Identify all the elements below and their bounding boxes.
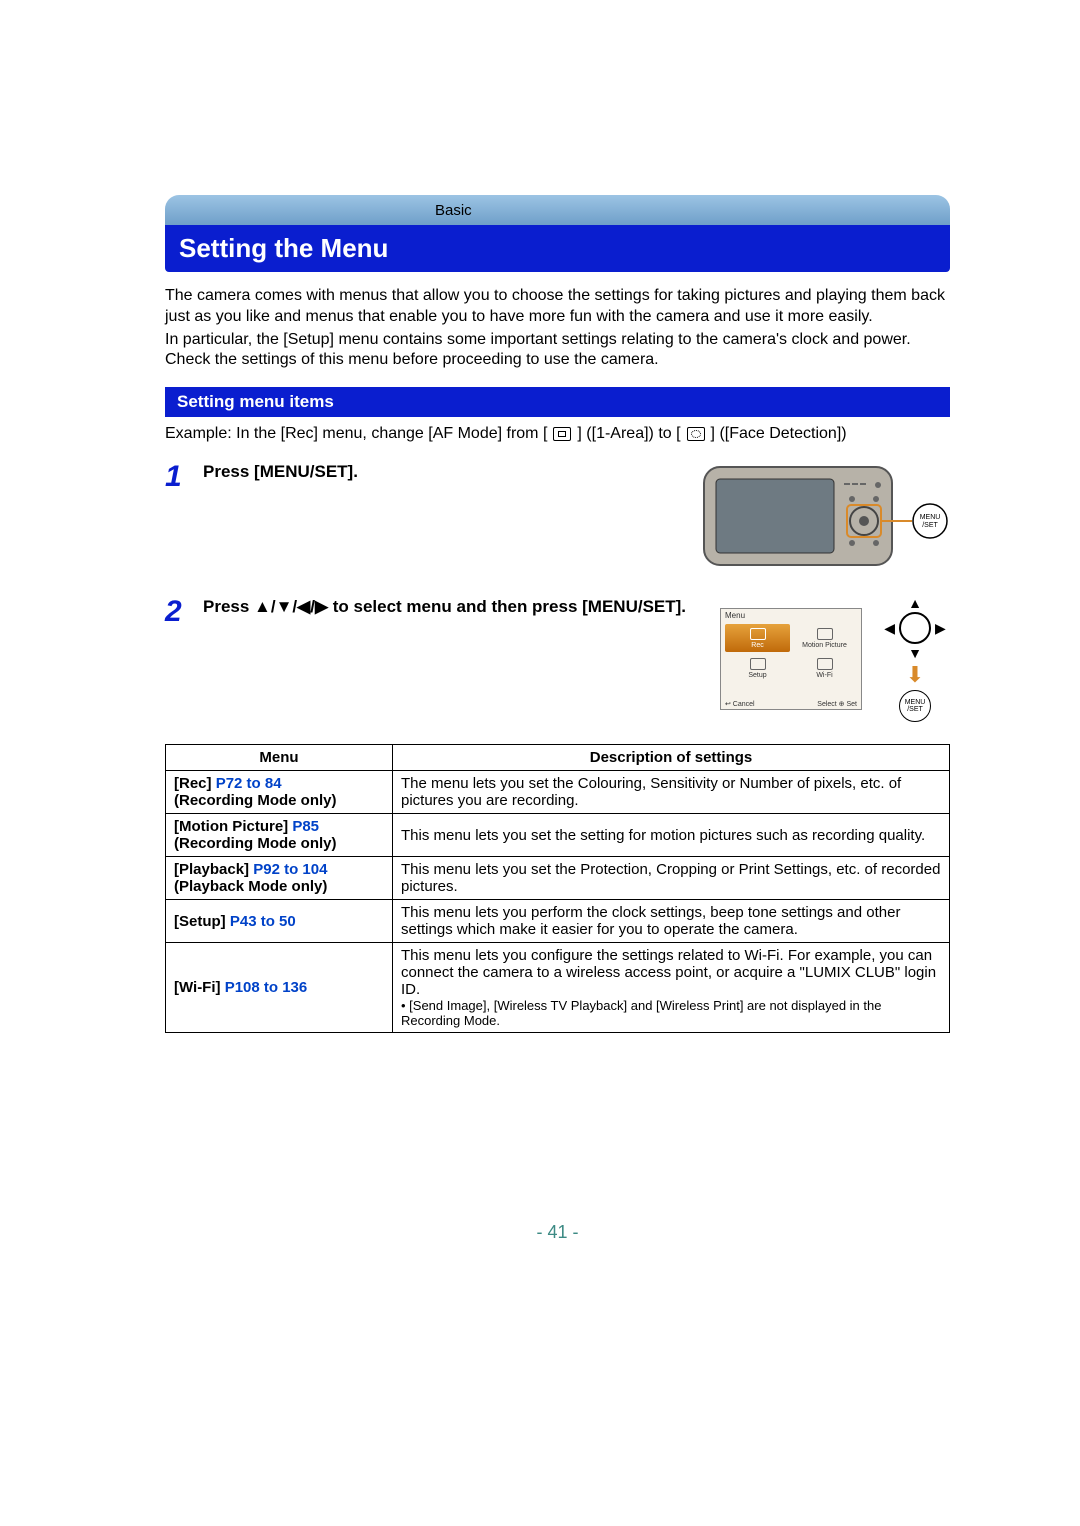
svg-text:MENU: MENU (920, 514, 941, 521)
menu-mode-note: (Playback Mode only) (174, 878, 327, 895)
dpad-down-icon: ▼ (908, 646, 922, 660)
table-row: [Setup] P43 to 50 This menu lets you per… (166, 900, 950, 943)
dpad-diagram: ▲ ◀ ▶ ▼ ⬇ MENU /SET (880, 596, 950, 722)
menu-description: This menu lets you configure the setting… (401, 947, 941, 998)
af-1area-icon (553, 427, 571, 441)
step-instruction: Press [MENU/SET]. (203, 461, 688, 484)
table-row: [Playback] P92 to 104 (Playback Mode onl… (166, 857, 950, 900)
example-text-prefix: Example: In the [Rec] menu, change [AF M… (165, 425, 547, 443)
table-row: [Wi-Fi] P108 to 136 This menu lets you c… (166, 943, 950, 1033)
menu-description: This menu lets you perform the clock set… (393, 900, 950, 943)
menu-footer-select: Select ⊕ Set (817, 700, 857, 708)
table-header-description: Description of settings (393, 745, 950, 771)
menu-name: [Motion Picture] (174, 818, 288, 835)
menu-mode-note: (Recording Mode only) (174, 792, 337, 809)
step-instruction: Press ▲/▼/◀/▶ to select menu and then pr… (203, 596, 706, 619)
section-title: Setting menu items (165, 387, 950, 417)
page-reference-link[interactable]: P85 (292, 818, 319, 835)
page-number: - 41 - (165, 1222, 950, 1243)
step-2: 2 Press ▲/▼/◀/▶ to select menu and then … (165, 596, 950, 722)
menu-name: [Setup] (174, 913, 226, 930)
menu-name: [Playback] (174, 861, 249, 878)
steps-list: 1 Press [MENU/SET]. (165, 461, 950, 722)
menu-description-table: Menu Description of settings [Rec] P72 t… (165, 744, 950, 1033)
dpad-up-icon: ▲ (908, 596, 922, 610)
svg-text:/SET: /SET (922, 522, 938, 529)
page-reference-link[interactable]: P92 to 104 (253, 861, 327, 878)
table-header-menu: Menu (166, 745, 393, 771)
intro-paragraph-2: In particular, the [Setup] menu contains… (165, 330, 950, 372)
camera-illustration: MENU /SET (702, 461, 950, 576)
table-row: [Rec] P72 to 84 (Recording Mode only) Th… (166, 771, 950, 814)
menu-preview-header: Menu (721, 609, 861, 622)
intro-paragraph-1: The camera comes with menus that allow y… (165, 286, 950, 328)
menu-cell-motion-picture: Motion Picture (792, 624, 857, 652)
page-title: Setting the Menu (165, 225, 950, 272)
menu-name: [Wi-Fi] (174, 979, 221, 996)
page-reference-link[interactable]: P43 to 50 (230, 913, 296, 930)
dpad-ring-icon (899, 612, 931, 644)
af-face-detect-icon (687, 427, 705, 441)
menuset-button-icon: MENU /SET (899, 690, 931, 722)
menu-description: This menu lets you set the setting for m… (393, 814, 950, 857)
menu-footer-cancel: ↩ Cancel (725, 700, 755, 708)
example-line: Example: In the [Rec] menu, change [AF M… (165, 425, 950, 443)
manual-page: Basic Setting the Menu The camera comes … (165, 195, 950, 1033)
example-text-mid1: ] ([1-Area]) to [ (577, 425, 680, 443)
menu-cell-wifi: Wi-Fi (792, 654, 857, 682)
step-number: 1 (165, 461, 189, 490)
menu-note: • [Send Image], [Wireless TV Playback] a… (401, 998, 941, 1028)
example-text-mid2: ] ([Face Detection]) (711, 425, 847, 443)
menu-screen-preview: Menu Rec Motion Picture Setup Wi-Fi ↩ Ca… (720, 608, 862, 710)
page-reference-link[interactable]: P108 to 136 (225, 979, 308, 996)
menu-cell-setup: Setup (725, 654, 790, 682)
step2-illustration: Menu Rec Motion Picture Setup Wi-Fi ↩ Ca… (720, 596, 950, 722)
page-reference-link[interactable]: P72 to 84 (216, 775, 282, 792)
menu-name: [Rec] (174, 775, 212, 792)
step-1: 1 Press [MENU/SET]. (165, 461, 950, 576)
dpad-left-icon: ◀ (884, 621, 895, 635)
header-tab-bar: Basic (165, 195, 950, 225)
menu-description: The menu lets you set the Colouring, Sen… (393, 771, 950, 814)
flow-arrow-down-icon: ⬇ (906, 662, 924, 688)
breadcrumb: Basic (425, 195, 482, 225)
table-row: [Motion Picture] P85 (Recording Mode onl… (166, 814, 950, 857)
step-number: 2 (165, 596, 189, 625)
menu-mode-note: (Recording Mode only) (174, 835, 337, 852)
menu-description: This menu lets you set the Protection, C… (393, 857, 950, 900)
menu-cell-rec: Rec (725, 624, 790, 652)
dpad-right-icon: ▶ (935, 621, 946, 635)
dpad-arrows-glyph: ▲/▼/◀/▶ (254, 597, 328, 616)
